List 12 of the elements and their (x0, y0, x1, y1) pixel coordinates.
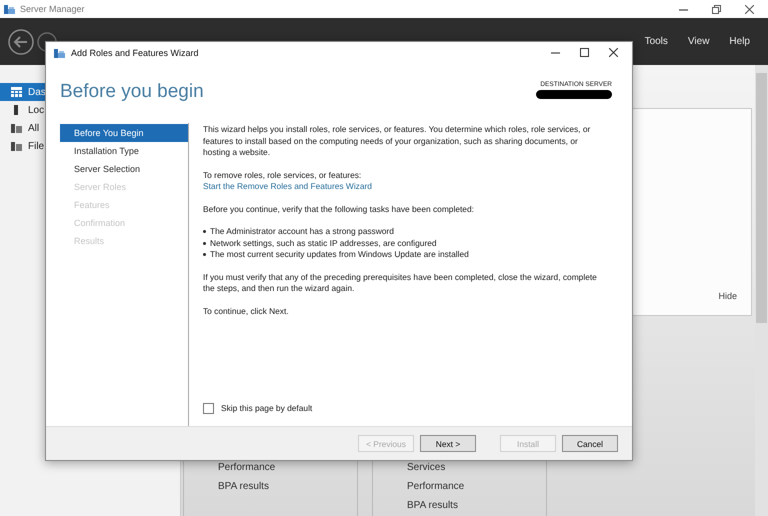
task-item: Network settings, such as static IP addresses, are configured (210, 238, 437, 249)
wizard-title: Add Roles and Features Wizard (71, 48, 199, 58)
intro-text: This wizard helps you install roles, role services, or features. You determine which roles, role services, or features to install based on the computing needs of your organization, such as sharing documents, or hosting a website. (203, 124, 592, 158)
task-item: The most current security updates from Windows Update are installed (210, 249, 469, 260)
continue-text: To continue, click Next. (203, 306, 290, 317)
page-heading: Before you begin (60, 81, 204, 103)
note-text: If you must verify that any of the preceding prerequisites have been completed, close the wizard, complete the steps, and then run the wizard again. (203, 272, 598, 294)
verify-text: Before you continue, verify that the following tasks have been completed: (203, 204, 475, 215)
window-title: Server Manager (20, 4, 85, 14)
remove-label: To remove roles, role services, or features: (203, 170, 362, 181)
checkbox-label: Skip this page by default (221, 402, 312, 414)
task-item: The Administrator account has a strong password (210, 226, 394, 238)
